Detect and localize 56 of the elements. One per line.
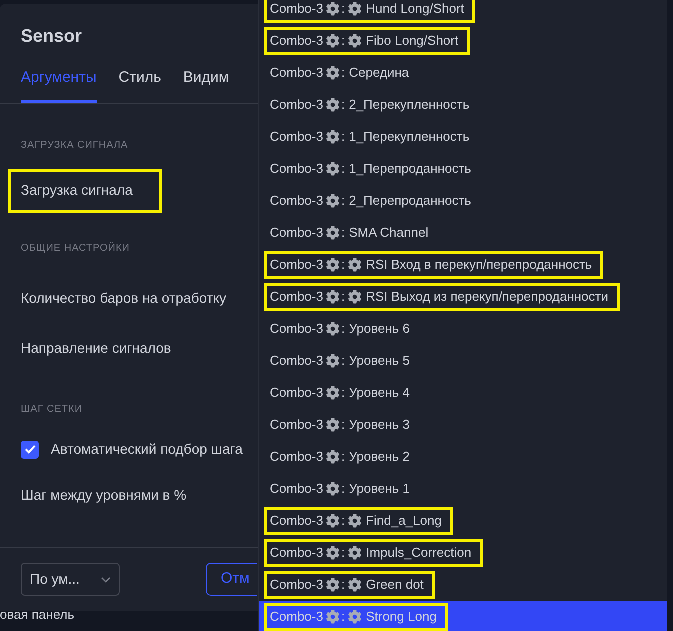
setting-label: Количество баров на отработку — [20, 289, 228, 308]
gear-icon — [326, 290, 340, 304]
section-heading: ЗАГРУЗКА СИГНАЛА — [20, 138, 130, 152]
gear-icon — [326, 450, 340, 464]
setting-label: Шаг между уровнями в % — [20, 486, 188, 505]
gear-icon — [326, 546, 340, 560]
setting-label: Направление сигналов — [20, 339, 172, 358]
dropdown-option[interactable]: Combo-3 : Hund Long/Short — [264, 0, 476, 23]
gear-icon — [326, 514, 340, 528]
tab[interactable]: Видим — [183, 67, 230, 102]
gear-icon — [326, 418, 340, 432]
dropdown-option[interactable]: Combo-3 : Fibo Long/Short — [264, 27, 470, 55]
gear-icon — [326, 258, 340, 272]
gear-icon — [326, 226, 340, 240]
gear-icon — [326, 482, 340, 496]
template-select[interactable]: По ум... — [21, 563, 120, 596]
gear-icon — [326, 386, 340, 400]
gear-icon — [326, 322, 340, 336]
gear-icon — [326, 98, 340, 112]
gear-icon — [326, 66, 340, 80]
gear-icon — [326, 130, 340, 144]
dropdown-option[interactable]: Combo-3 : 2_Перекупленность — [264, 91, 481, 119]
gear-icon — [326, 162, 340, 176]
section-heading: ШАГ СЕТКИ — [20, 402, 84, 416]
checkbox[interactable] — [21, 440, 39, 458]
dropdown-option[interactable]: Combo-3 : Impuls_Correction — [264, 539, 483, 567]
dropdown-option[interactable]: Combo-3 : Find_a_Long — [264, 507, 453, 535]
dropdown-option[interactable]: Combo-3 : Уровень 3 — [264, 411, 422, 439]
dropdown-option[interactable]: Combo-3 : SMA Channel — [264, 219, 440, 247]
dropdown-option[interactable]: Combo-3 : Уровень 4 — [264, 379, 422, 407]
checkbox-label: Автоматический подбор шага — [50, 440, 244, 459]
dropdown-option[interactable]: Combo-3 : Уровень 1 — [264, 475, 422, 503]
setting-label: Загрузка сигнала — [8, 168, 162, 212]
dropdown-option[interactable]: Combo-3 : Green dot — [264, 571, 435, 599]
gear-icon — [326, 2, 340, 16]
dropdown-option[interactable]: Combo-3 : RSI Выход из перекуп/перепроданности — [264, 283, 620, 311]
gear-icon — [326, 34, 340, 48]
dropdown-option[interactable]: Combo-3 : 2_Перепроданность — [264, 187, 482, 215]
dropdown-option[interactable]: Combo-3 : Уровень 2 — [264, 443, 422, 471]
chevron-down-icon — [101, 576, 111, 582]
gear-icon — [326, 354, 340, 368]
checkmark-icon — [24, 445, 36, 454]
gear-icon — [326, 578, 340, 592]
dropdown-option[interactable]: Combo-3 : Strong Long — [264, 603, 448, 631]
gear-icon — [326, 610, 340, 624]
dropdown-option[interactable]: Combo-3 : Середина — [264, 59, 420, 87]
tab[interactable]: Стиль — [118, 67, 162, 102]
gear-icon — [326, 194, 340, 208]
dropdown-option[interactable]: Combo-3 : RSI Вход в перекуп/перепроданность — [264, 251, 604, 279]
dropdown-option[interactable]: Combo-3 : 1_Перекупленность — [264, 123, 481, 151]
dropdown-option[interactable]: Combo-3 : Уровень 5 — [264, 347, 422, 375]
dialog-title: Sensor — [20, 25, 84, 48]
background-panel-label: овая панель — [0, 606, 74, 624]
section-heading: ОБЩИЕ НАСТРОЙКИ — [20, 241, 131, 256]
dropdown-option[interactable]: Combo-3 : 1_Перепроданность — [264, 155, 482, 183]
dropdown-option[interactable]: Combo-3 : Уровень 6 — [264, 315, 422, 343]
